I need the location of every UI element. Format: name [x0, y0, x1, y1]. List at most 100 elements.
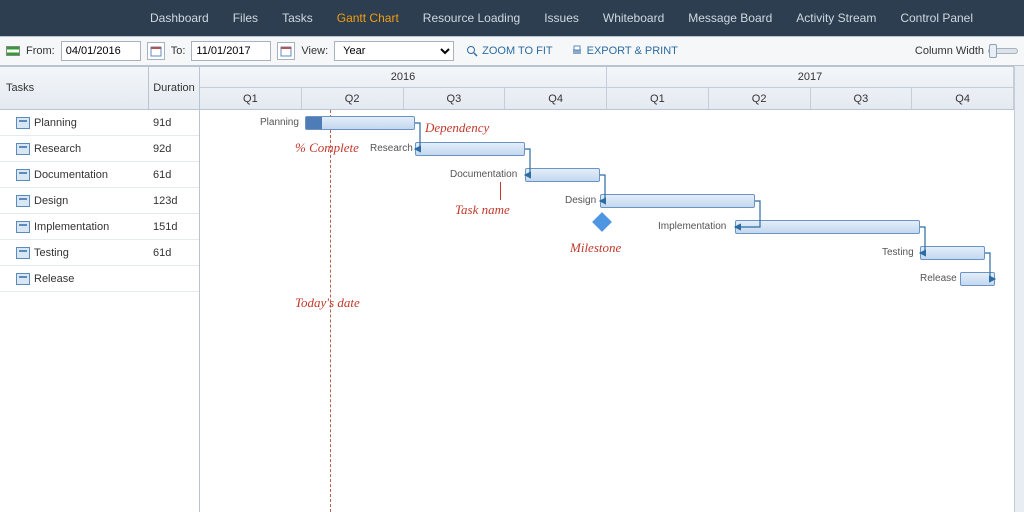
task-row[interactable]: Documentation 61d	[0, 162, 199, 188]
to-label: To:	[171, 45, 186, 57]
export-print-button[interactable]: EXPORT & PRINT	[565, 41, 684, 61]
task-icon	[16, 195, 30, 207]
annotation-milestone: Milestone	[570, 240, 621, 256]
nav-tasks[interactable]: Tasks	[282, 11, 313, 25]
task-duration: 123d	[149, 195, 199, 207]
panel-resize-handle[interactable]	[1014, 66, 1024, 512]
timeline-header: 2016 2017 Q1 Q2 Q3 Q4 Q1 Q2 Q3 Q4	[200, 66, 1014, 110]
bar-label: Research	[370, 143, 413, 154]
quarter-cell: Q1	[200, 88, 302, 109]
nav-issues[interactable]: Issues	[544, 11, 579, 25]
to-calendar-button[interactable]	[277, 42, 295, 60]
task-duration: 61d	[149, 169, 199, 181]
gantt-bar-documentation[interactable]	[525, 168, 600, 182]
tasks-column-header[interactable]: Tasks	[0, 67, 149, 109]
from-date-input[interactable]	[61, 41, 141, 61]
quarter-cell: Q4	[912, 88, 1014, 109]
flag-icon	[6, 46, 20, 56]
year-2017: 2017	[607, 67, 1014, 87]
task-duration: 151d	[149, 221, 199, 233]
task-duration: 61d	[149, 247, 199, 259]
task-icon	[16, 221, 30, 233]
gantt-bar-planning[interactable]	[305, 116, 415, 130]
quarter-cell: Q2	[709, 88, 811, 109]
calendar-icon	[150, 45, 162, 57]
bar-label: Implementation	[658, 221, 726, 232]
duration-column-header[interactable]: Duration	[149, 67, 199, 109]
gantt-bar-implementation[interactable]	[735, 220, 920, 234]
gantt-chart-area: 2016 2017 Q1 Q2 Q3 Q4 Q1 Q2 Q3 Q4 Planni…	[200, 66, 1014, 512]
quarter-cell: Q4	[505, 88, 607, 109]
quarter-cell: Q3	[811, 88, 913, 109]
task-row[interactable]: Planning 91d	[0, 110, 199, 136]
gantt-bar-testing[interactable]	[920, 246, 985, 260]
from-calendar-button[interactable]	[147, 42, 165, 60]
annotation-today: Today's date	[295, 295, 360, 311]
column-width-label: Column Width	[915, 45, 984, 57]
nav-control-panel[interactable]: Control Panel	[900, 11, 973, 25]
gantt-body[interactable]: Planning Research Documentation Design I…	[200, 110, 1014, 512]
task-name: Research	[34, 143, 81, 155]
view-select[interactable]: Year	[334, 41, 454, 61]
task-row[interactable]: Testing 61d	[0, 240, 199, 266]
task-icon	[16, 247, 30, 259]
annotation-dependency: Dependency	[425, 120, 489, 136]
task-row[interactable]: Release	[0, 266, 199, 292]
bar-label: Release	[920, 273, 957, 284]
slider-thumb[interactable]	[989, 44, 997, 58]
quarter-row: Q1 Q2 Q3 Q4 Q1 Q2 Q3 Q4	[200, 88, 1014, 109]
task-name: Design	[34, 195, 68, 207]
task-icon	[16, 117, 30, 129]
nav-resource-loading[interactable]: Resource Loading	[423, 11, 520, 25]
column-width-control: Column Width	[915, 45, 1018, 57]
nav-activity-stream[interactable]: Activity Stream	[796, 11, 876, 25]
quarter-cell: Q1	[607, 88, 709, 109]
zoom-icon	[466, 45, 478, 57]
bar-label: Testing	[882, 247, 914, 258]
gantt-bar-design[interactable]	[600, 194, 755, 208]
annotation-line	[500, 182, 501, 200]
zoom-label: ZOOM TO FIT	[482, 45, 552, 57]
task-duration: 91d	[149, 117, 199, 129]
top-nav: Dashboard Files Tasks Gantt Chart Resour…	[0, 0, 1024, 36]
annotation-task-name: Task name	[455, 202, 510, 218]
nav-files[interactable]: Files	[233, 11, 258, 25]
task-icon	[16, 169, 30, 181]
task-name: Planning	[34, 117, 77, 129]
toolbar: From: To: View: Year ZOOM TO FIT EXPORT …	[0, 36, 1024, 66]
nav-whiteboard[interactable]: Whiteboard	[603, 11, 664, 25]
gantt-bar-release[interactable]	[960, 272, 995, 286]
main-area: Tasks Duration Planning 91d Research 92d D…	[0, 66, 1024, 512]
year-row: 2016 2017	[200, 67, 1014, 88]
bar-label: Design	[565, 195, 596, 206]
task-name: Testing	[34, 247, 69, 259]
today-line	[330, 110, 331, 512]
progress-fill	[306, 117, 322, 129]
column-width-slider[interactable]	[988, 48, 1018, 54]
year-2016: 2016	[200, 67, 607, 87]
task-list-panel: Tasks Duration Planning 91d Research 92d D…	[0, 66, 200, 512]
milestone-marker[interactable]	[592, 212, 612, 232]
zoom-to-fit-button[interactable]: ZOOM TO FIT	[460, 41, 558, 61]
gantt-bar-research[interactable]	[415, 142, 525, 156]
nav-dashboard[interactable]: Dashboard	[150, 11, 209, 25]
task-name: Documentation	[34, 169, 108, 181]
nav-message-board[interactable]: Message Board	[688, 11, 772, 25]
task-row[interactable]: Design 123d	[0, 188, 199, 214]
quarter-cell: Q2	[302, 88, 404, 109]
from-label: From:	[26, 45, 55, 57]
print-icon	[571, 45, 583, 57]
task-name: Release	[34, 273, 74, 285]
nav-gantt-chart[interactable]: Gantt Chart	[337, 11, 399, 25]
quarter-cell: Q3	[404, 88, 506, 109]
task-row[interactable]: Implementation 151d	[0, 214, 199, 240]
task-row[interactable]: Research 92d	[0, 136, 199, 162]
bar-label: Documentation	[450, 169, 517, 180]
export-label: EXPORT & PRINT	[587, 45, 678, 57]
view-label: View:	[301, 45, 328, 57]
task-list-header: Tasks Duration	[0, 66, 199, 110]
task-icon	[16, 273, 30, 285]
task-name: Implementation	[34, 221, 109, 233]
task-duration: 92d	[149, 143, 199, 155]
to-date-input[interactable]	[191, 41, 271, 61]
